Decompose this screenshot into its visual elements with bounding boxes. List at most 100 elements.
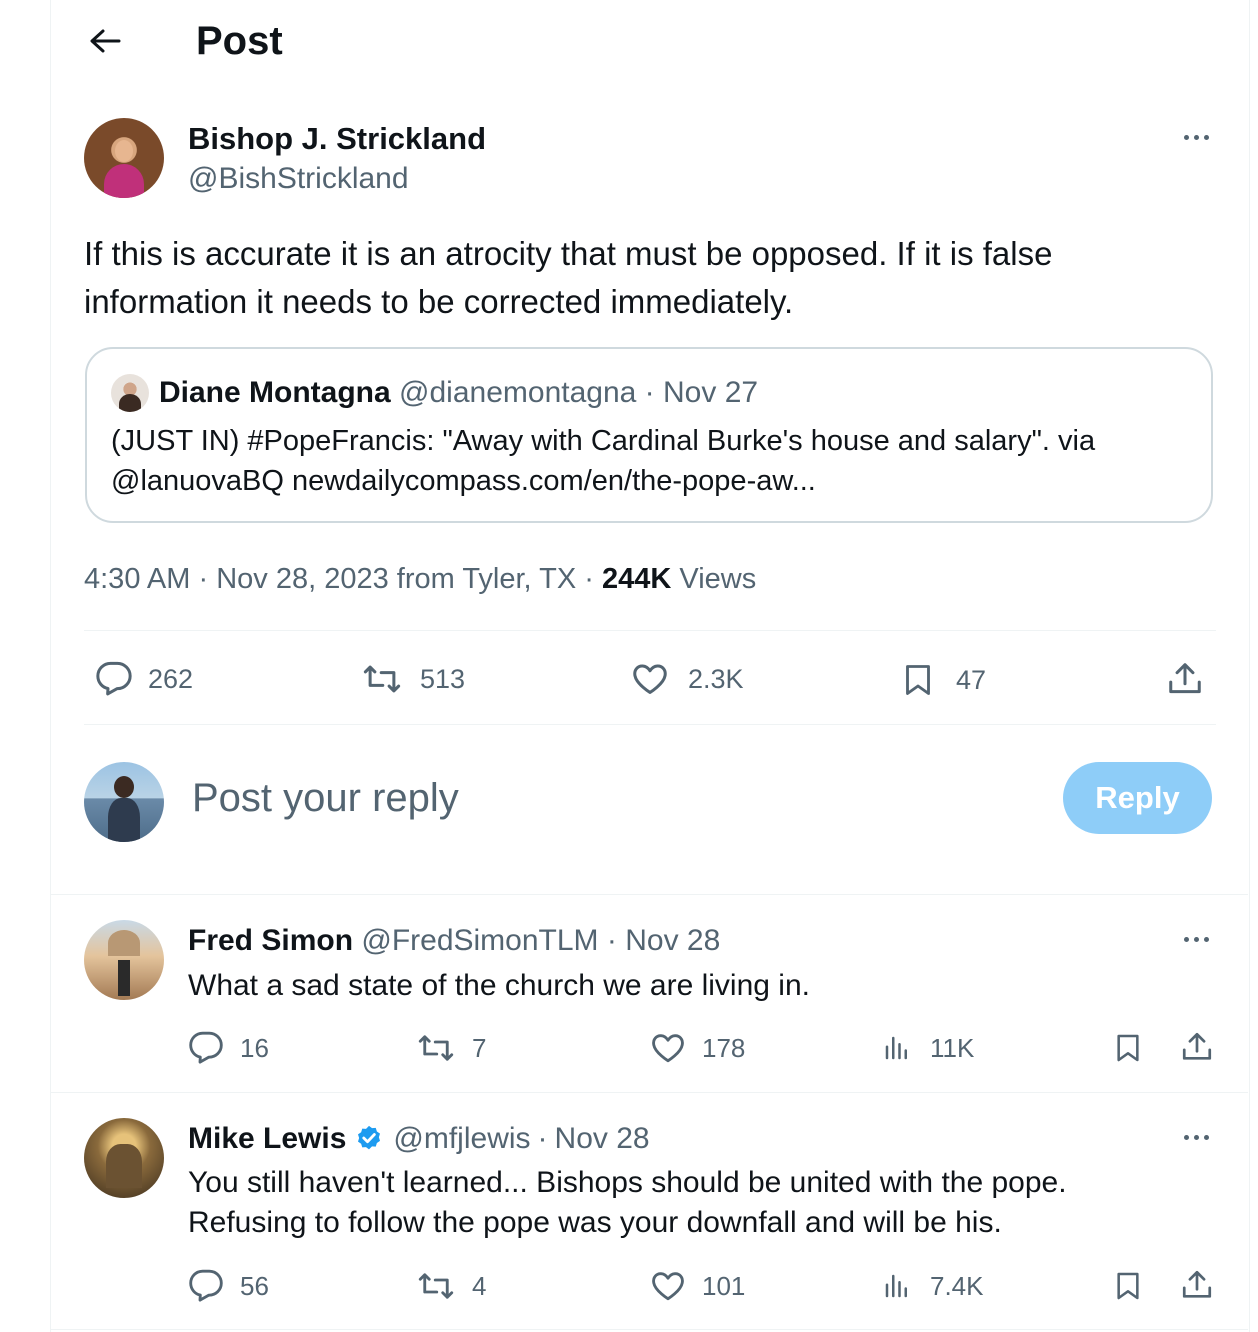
post-location: from Tyler, TX: [396, 563, 577, 595]
reply-text: You still haven't learned... Bishops sho…: [188, 1163, 1067, 1243]
views-action[interactable]: 7.4K: [882, 1270, 984, 1302]
post-text: If this is accurate it is an atrocity th…: [84, 230, 1052, 326]
quoted-author-avatar: [111, 374, 149, 412]
separator-dot: ·: [606, 924, 617, 957]
reply-text: What a sad state of the church we are li…: [188, 969, 810, 1002]
quoted-author-handle: @dianemontagna: [399, 376, 637, 409]
reply-count: 262: [148, 663, 194, 694]
like-count: 178: [702, 1032, 746, 1063]
repost-action[interactable]: 7: [416, 1030, 486, 1066]
share-button[interactable]: [1166, 659, 1204, 699]
reply-text-line: You still haven't learned... Bishops sho…: [188, 1166, 1067, 1199]
heart-icon: [652, 1272, 684, 1301]
separator-dot: ·: [584, 563, 594, 595]
page-title: Post: [196, 19, 283, 63]
views-count: 11K: [930, 1032, 975, 1063]
divider: [51, 894, 1248, 895]
views-label: Views: [679, 563, 757, 595]
quoted-post-header: Diane Montagna @dianemontagna · Nov 27: [159, 374, 758, 412]
like-action[interactable]: 178: [650, 1030, 745, 1066]
repost-count: 7: [472, 1032, 487, 1063]
back-arrow-icon: [90, 29, 121, 53]
reply-icon: [189, 1269, 223, 1302]
author-name[interactable]: Bishop J. Strickland: [188, 120, 486, 158]
bookmark-action[interactable]: 47: [900, 660, 986, 700]
reply-action[interactable]: 262: [94, 660, 193, 698]
post-time[interactable]: 4:30 AM: [84, 563, 190, 595]
reply-author-name[interactable]: Fred Simon: [188, 924, 353, 957]
repost-action[interactable]: 4: [416, 1268, 486, 1304]
reply-button[interactable]: Reply: [1063, 762, 1212, 834]
share-button[interactable]: [1180, 1267, 1214, 1303]
more-options-icon[interactable]: [1184, 937, 1209, 942]
views-count: 7.4K: [930, 1270, 984, 1301]
divider: [84, 724, 1216, 725]
reply-date[interactable]: Nov 28: [555, 1120, 650, 1158]
bookmark-button[interactable]: [1112, 1268, 1144, 1304]
repost-count: 4: [472, 1270, 487, 1301]
separator-dot: ·: [537, 1122, 548, 1155]
divider: [51, 1092, 1248, 1093]
more-options-icon[interactable]: [1184, 135, 1209, 140]
like-count: 2.3K: [688, 663, 744, 694]
repost-icon: [418, 1273, 454, 1299]
like-action[interactable]: 2.3K: [630, 660, 744, 698]
like-action[interactable]: 101: [650, 1268, 745, 1304]
repost-count: 513: [420, 663, 466, 694]
reply-count: 16: [240, 1032, 269, 1063]
repost-icon: [418, 1035, 454, 1061]
back-button[interactable]: [86, 24, 124, 58]
share-button[interactable]: [1180, 1029, 1214, 1065]
quoted-author-name: Diane Montagna: [159, 376, 391, 409]
reply-header: Fred Simon @FredSimonTLM · Nov 28: [188, 922, 720, 960]
divider: [84, 630, 1216, 631]
bookmark-icon: [1117, 1272, 1139, 1300]
verified-badge-icon: [358, 1125, 381, 1150]
repost-icon: [363, 665, 401, 693]
quoted-post-date: Nov 27: [663, 376, 759, 409]
reply-author-avatar[interactable]: [84, 1118, 164, 1198]
post-text-line: information it needs to be corrected imm…: [84, 283, 794, 320]
post-date[interactable]: Nov 28, 2023: [216, 563, 389, 595]
reply-author-handle[interactable]: @FredSimonTLM: [361, 924, 598, 957]
divider: [51, 1329, 1248, 1330]
bookmark-button[interactable]: [1112, 1030, 1144, 1066]
reply-input[interactable]: Post your reply: [192, 772, 459, 824]
quoted-post-text: (JUST IN) #PopeFrancis: "Away with Cardi…: [111, 421, 1095, 501]
views-icon: [885, 1036, 907, 1060]
reply-icon: [96, 661, 132, 696]
reply-author-name[interactable]: Mike Lewis: [188, 1120, 346, 1158]
views-icon: [885, 1274, 907, 1298]
current-user-avatar[interactable]: [84, 762, 164, 842]
heart-icon: [652, 1034, 684, 1063]
share-icon: [1182, 1270, 1212, 1298]
author-avatar[interactable]: [84, 118, 164, 198]
separator-dot: ·: [198, 563, 209, 595]
author-handle[interactable]: @BishStrickland: [188, 160, 409, 198]
views-count: 244K: [602, 563, 672, 595]
bookmark-count: 47: [956, 664, 987, 695]
repost-action[interactable]: 513: [360, 660, 465, 698]
bookmark-icon: [906, 665, 930, 695]
post-meta: 4:30 AM · Nov 28, 2023 from Tyler, TX · …: [84, 560, 756, 598]
reply-author-avatar[interactable]: [84, 920, 164, 1000]
reply-header: Mike Lewis @mfjlewis · Nov 28: [188, 1120, 650, 1158]
reply-icon: [189, 1031, 223, 1064]
reply-action[interactable]: 56: [188, 1268, 269, 1304]
like-count: 101: [702, 1270, 746, 1301]
share-icon: [1169, 663, 1201, 694]
post-text-line: If this is accurate it is an atrocity th…: [84, 235, 1053, 272]
quoted-text-line: @lanuovaBQ newdailycompass.com/en/the-po…: [111, 465, 816, 497]
reply-action[interactable]: 16: [188, 1030, 269, 1066]
reply-date[interactable]: Nov 28: [625, 924, 720, 957]
more-options-icon[interactable]: [1184, 1135, 1209, 1140]
views-action[interactable]: 11K: [882, 1032, 974, 1064]
share-icon: [1182, 1032, 1212, 1060]
separator-dot: ·: [644, 376, 655, 409]
reply-count: 56: [240, 1270, 269, 1301]
heart-icon: [633, 664, 667, 694]
quoted-text-line: (JUST IN) #PopeFrancis: "Away with Cardi…: [111, 425, 1096, 457]
bookmark-icon: [1117, 1034, 1139, 1062]
reply-text-line: Refusing to follow the pope was your dow…: [188, 1206, 1002, 1239]
reply-author-handle[interactable]: @mfjlewis: [393, 1120, 530, 1158]
